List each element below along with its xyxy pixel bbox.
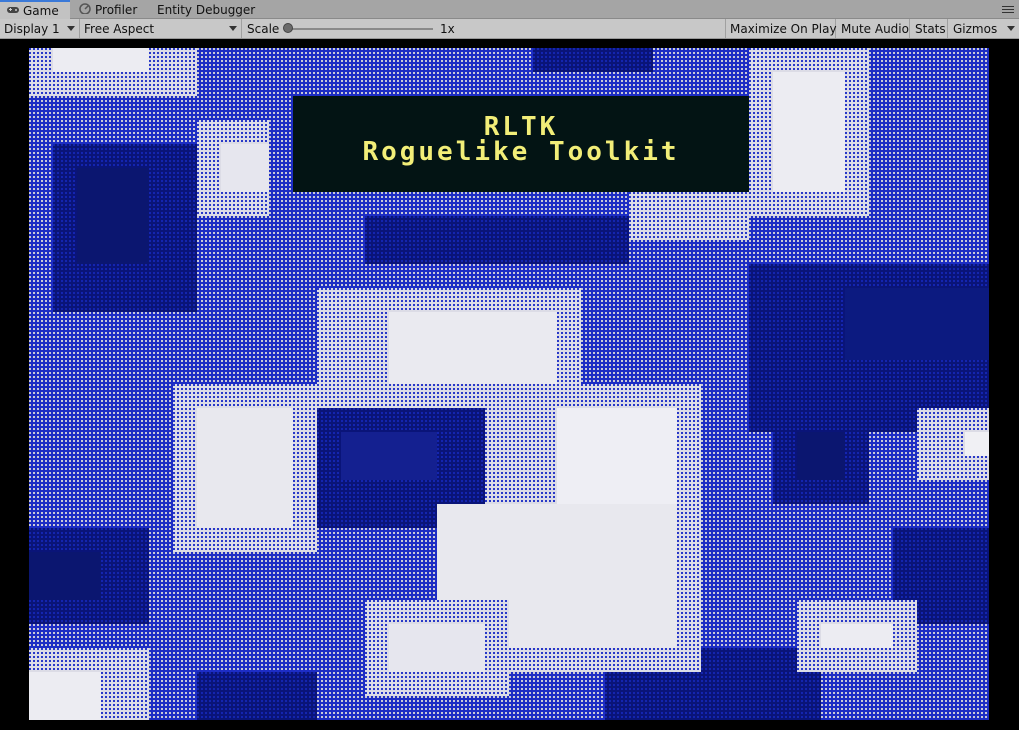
gizmos-dropdown[interactable]: Gizmos bbox=[948, 19, 1019, 38]
tab-entity-debugger[interactable]: Entity Debugger bbox=[157, 0, 257, 19]
maximize-on-play-toggle[interactable]: Maximize On Play bbox=[726, 19, 837, 38]
mute-audio-toggle[interactable]: Mute Audio bbox=[836, 19, 910, 38]
gizmos-label: Gizmos bbox=[953, 21, 998, 36]
gamepad-icon bbox=[6, 4, 20, 18]
editor-tab-bar: Game Profiler Entity Debugger bbox=[0, 0, 1019, 20]
tab-game[interactable]: Game bbox=[0, 0, 70, 20]
game-render-area[interactable]: RLTK Roguelike Toolkit bbox=[29, 48, 989, 720]
chevron-down-icon bbox=[229, 26, 237, 31]
title-banner: RLTK Roguelike Toolkit bbox=[293, 96, 749, 192]
aspect-dropdown-label: Free Aspect bbox=[84, 21, 155, 36]
scale-value: 1x bbox=[440, 21, 455, 36]
chevron-down-icon bbox=[67, 26, 75, 31]
scale-slider-handle[interactable] bbox=[283, 23, 293, 33]
profiler-icon bbox=[78, 2, 92, 17]
display-dropdown[interactable]: Display 1 bbox=[0, 19, 80, 38]
display-dropdown-label: Display 1 bbox=[4, 21, 60, 36]
game-view-toolbar: Display 1 Free Aspect Scale 1x Maximize … bbox=[0, 19, 1019, 39]
aspect-dropdown[interactable]: Free Aspect bbox=[80, 19, 242, 38]
tab-menu-icon[interactable] bbox=[1002, 6, 1014, 13]
scale-label: Scale bbox=[247, 21, 280, 36]
game-subtitle: Roguelike Toolkit bbox=[362, 137, 680, 167]
tab-profiler[interactable]: Profiler bbox=[78, 0, 146, 19]
maximize-on-play-label: Maximize On Play bbox=[730, 21, 837, 36]
stats-toggle[interactable]: Stats bbox=[910, 19, 948, 38]
tab-entity-debugger-label: Entity Debugger bbox=[157, 2, 256, 17]
tab-game-label: Game bbox=[23, 4, 59, 18]
chevron-down-icon bbox=[1007, 26, 1015, 31]
scale-slider-track[interactable] bbox=[288, 28, 433, 30]
stats-label: Stats bbox=[915, 21, 946, 36]
tab-profiler-label: Profiler bbox=[95, 2, 138, 17]
mute-audio-label: Mute Audio bbox=[841, 21, 909, 36]
